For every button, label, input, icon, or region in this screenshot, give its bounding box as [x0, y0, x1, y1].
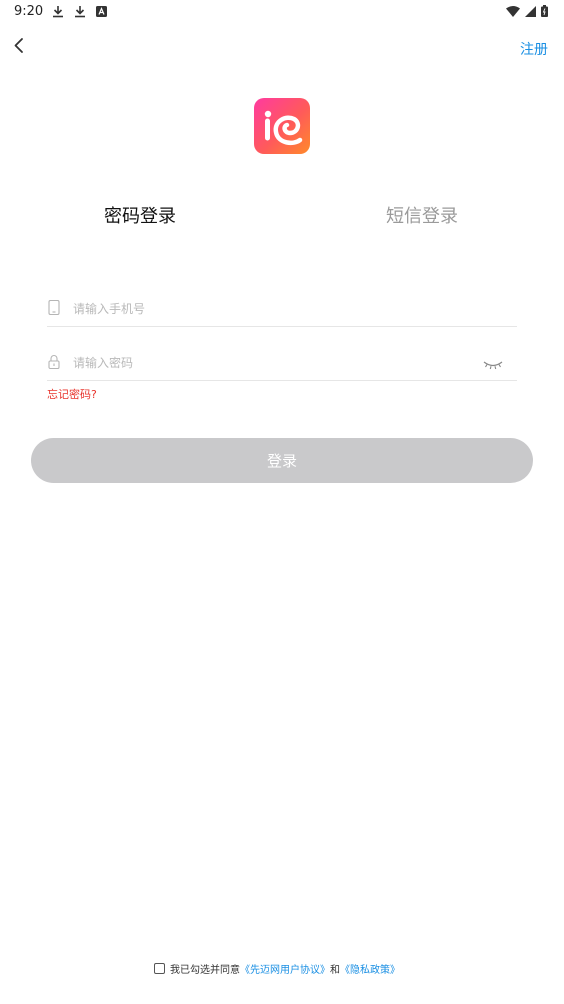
- wifi-icon: [506, 5, 520, 17]
- tab-sms-login[interactable]: 短信登录: [386, 202, 458, 228]
- tab-password-login[interactable]: 密码登录: [104, 202, 176, 228]
- download-icon: [52, 5, 64, 18]
- status-left-icons: [52, 5, 107, 18]
- lock-icon: [47, 354, 61, 373]
- agreement-prefix: 我已勾选并同意: [170, 965, 240, 976]
- phone-field: [47, 290, 517, 327]
- agree-checkbox[interactable]: [154, 963, 165, 974]
- phone-icon: [47, 299, 61, 319]
- logo-mark: [264, 110, 303, 146]
- app-notification-icon: [96, 6, 107, 17]
- status-time: 9:20: [14, 4, 44, 19]
- phone-input[interactable]: [71, 296, 475, 322]
- password-input[interactable]: [71, 350, 475, 376]
- eye-closed-icon[interactable]: [483, 356, 503, 375]
- battery-icon: [541, 5, 548, 17]
- signal-icon: [525, 5, 536, 17]
- password-field: [47, 344, 517, 381]
- back-button[interactable]: [8, 34, 32, 58]
- chevron-left-icon: [8, 34, 32, 58]
- register-link[interactable]: 注册: [520, 39, 548, 59]
- forgot-password-link[interactable]: 忘记密码?: [47, 386, 97, 402]
- status-bar: 9:20: [0, 0, 564, 24]
- app-logo: [254, 98, 310, 154]
- login-button[interactable]: 登录: [31, 438, 533, 483]
- privacy-policy-link[interactable]: 《隐私政策》: [340, 961, 400, 976]
- agreement-and: 和: [330, 965, 340, 976]
- status-right-icons: [506, 5, 548, 17]
- agreement-row: 我已勾选并同意 《先迈网用户协议》 和 《隐私政策》: [154, 961, 400, 976]
- user-agreement-link[interactable]: 《先迈网用户协议》: [240, 961, 330, 976]
- download-icon: [74, 5, 86, 18]
